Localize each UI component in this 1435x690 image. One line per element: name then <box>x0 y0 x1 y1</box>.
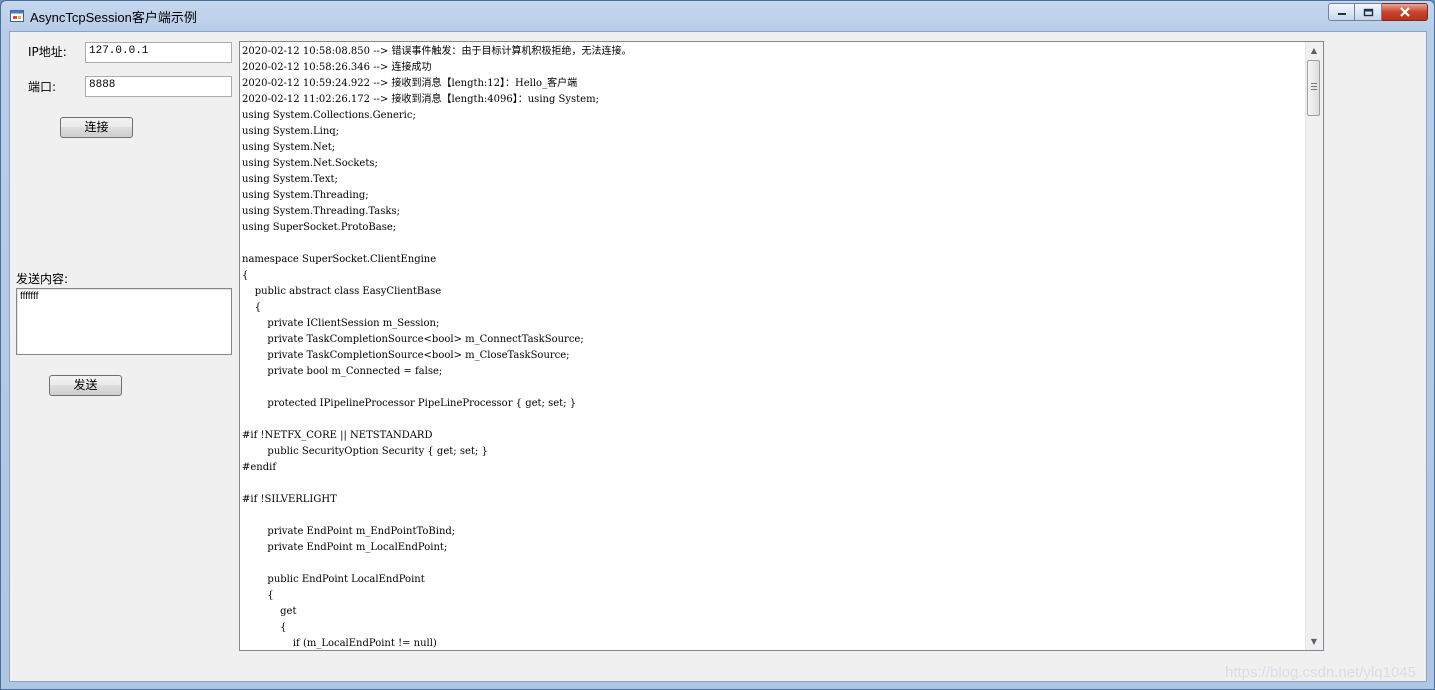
log-line: #endif <box>242 462 277 473</box>
log-line: get <box>242 606 297 617</box>
minimize-icon <box>1337 13 1346 15</box>
log-line: private EndPoint m_EndPointToBind; <box>242 526 456 537</box>
log-text: 2020-02-12 10:58:08.850 --> 错误事件触发：由于目标计… <box>242 44 1302 650</box>
message-log[interactable]: 2020-02-12 10:58:08.850 --> 错误事件触发：由于目标计… <box>239 41 1324 651</box>
scroll-down-icon[interactable]: ▼ <box>1306 633 1322 650</box>
log-line: 2020-02-12 11:02:26.172 --> 接收到消息【length… <box>242 94 599 105</box>
log-line: using System.Net; <box>242 142 336 153</box>
log-line: using System.Collections.Generic; <box>242 110 416 121</box>
log-line: 2020-02-12 10:59:24.922 --> 接收到消息【length… <box>242 78 578 89</box>
log-line: using System.Linq; <box>242 126 340 137</box>
log-line: { <box>242 590 274 601</box>
log-line: public SecurityOption Security { get; se… <box>242 446 488 457</box>
log-line: private TaskCompletionSource<bool> m_Con… <box>242 334 584 345</box>
maximize-button[interactable] <box>1355 3 1382 21</box>
log-line: using System.Text; <box>242 174 338 185</box>
app-icon <box>10 10 24 22</box>
log-line: private bool m_Connected = false; <box>242 366 443 377</box>
port-field[interactable]: 8888 <box>85 76 232 97</box>
log-line: { <box>242 622 287 633</box>
log-line: 2020-02-12 10:58:26.346 --> 连接成功 <box>242 62 432 73</box>
connect-button[interactable]: 连接 <box>60 117 133 138</box>
log-line: { <box>242 270 249 281</box>
log-line: { <box>242 302 262 313</box>
grip-icon <box>1311 83 1317 90</box>
send-content-textarea[interactable]: fffffff <box>16 288 232 355</box>
vertical-scrollbar[interactable]: ▲ ▼ <box>1305 42 1323 650</box>
minimize-button[interactable] <box>1328 3 1355 21</box>
log-line: 2020-02-12 10:58:08.850 --> 错误事件触发：由于目标计… <box>242 46 632 57</box>
log-line: #if !NETFX_CORE || NETSTANDARD <box>242 430 433 441</box>
log-line: using System.Threading.Tasks; <box>242 206 400 217</box>
log-line: public abstract class EasyClientBase <box>242 286 442 297</box>
log-line: private IClientSession m_Session; <box>242 318 440 329</box>
close-icon <box>1399 7 1410 17</box>
scroll-up-icon[interactable]: ▲ <box>1306 42 1322 59</box>
log-line: private EndPoint m_LocalEndPoint; <box>242 542 448 553</box>
ip-label: IP地址: <box>28 45 67 59</box>
window-title: AsyncTcpSession客户端示例 <box>30 10 197 25</box>
log-line: public EndPoint LocalEndPoint <box>242 574 425 585</box>
send-button[interactable]: 发送 <box>49 375 122 396</box>
restore-icon <box>1363 8 1373 16</box>
ip-address-field[interactable]: 127.0.0.1 <box>85 42 232 63</box>
title-bar[interactable]: AsyncTcpSession客户端示例 <box>1 1 1434 31</box>
send-content-label: 发送内容: <box>16 272 69 286</box>
log-line: using SuperSocket.ProtoBase; <box>242 222 397 233</box>
log-line: protected IPipelineProcessor PipeLinePro… <box>242 398 577 409</box>
main-window: AsyncTcpSession客户端示例 IP地址: 127.0.0.1 端口:… <box>0 0 1435 690</box>
form-client-area: IP地址: 127.0.0.1 端口: 8888 连接 发送内容: ffffff… <box>9 31 1427 682</box>
scroll-thumb[interactable] <box>1307 60 1320 116</box>
log-line: using System.Net.Sockets; <box>242 158 378 169</box>
close-button[interactable] <box>1382 3 1428 21</box>
log-line: if (m_LocalEndPoint != null) <box>242 638 437 649</box>
log-line: using System.Threading; <box>242 190 369 201</box>
port-label: 端口: <box>28 80 57 94</box>
log-line: #if !SILVERLIGHT <box>242 494 337 505</box>
log-line: private TaskCompletionSource<bool> m_Clo… <box>242 350 570 361</box>
log-line: namespace SuperSocket.ClientEngine <box>242 254 437 265</box>
watermark: https://blog.csdn.net/ylq1045 <box>1225 664 1416 681</box>
